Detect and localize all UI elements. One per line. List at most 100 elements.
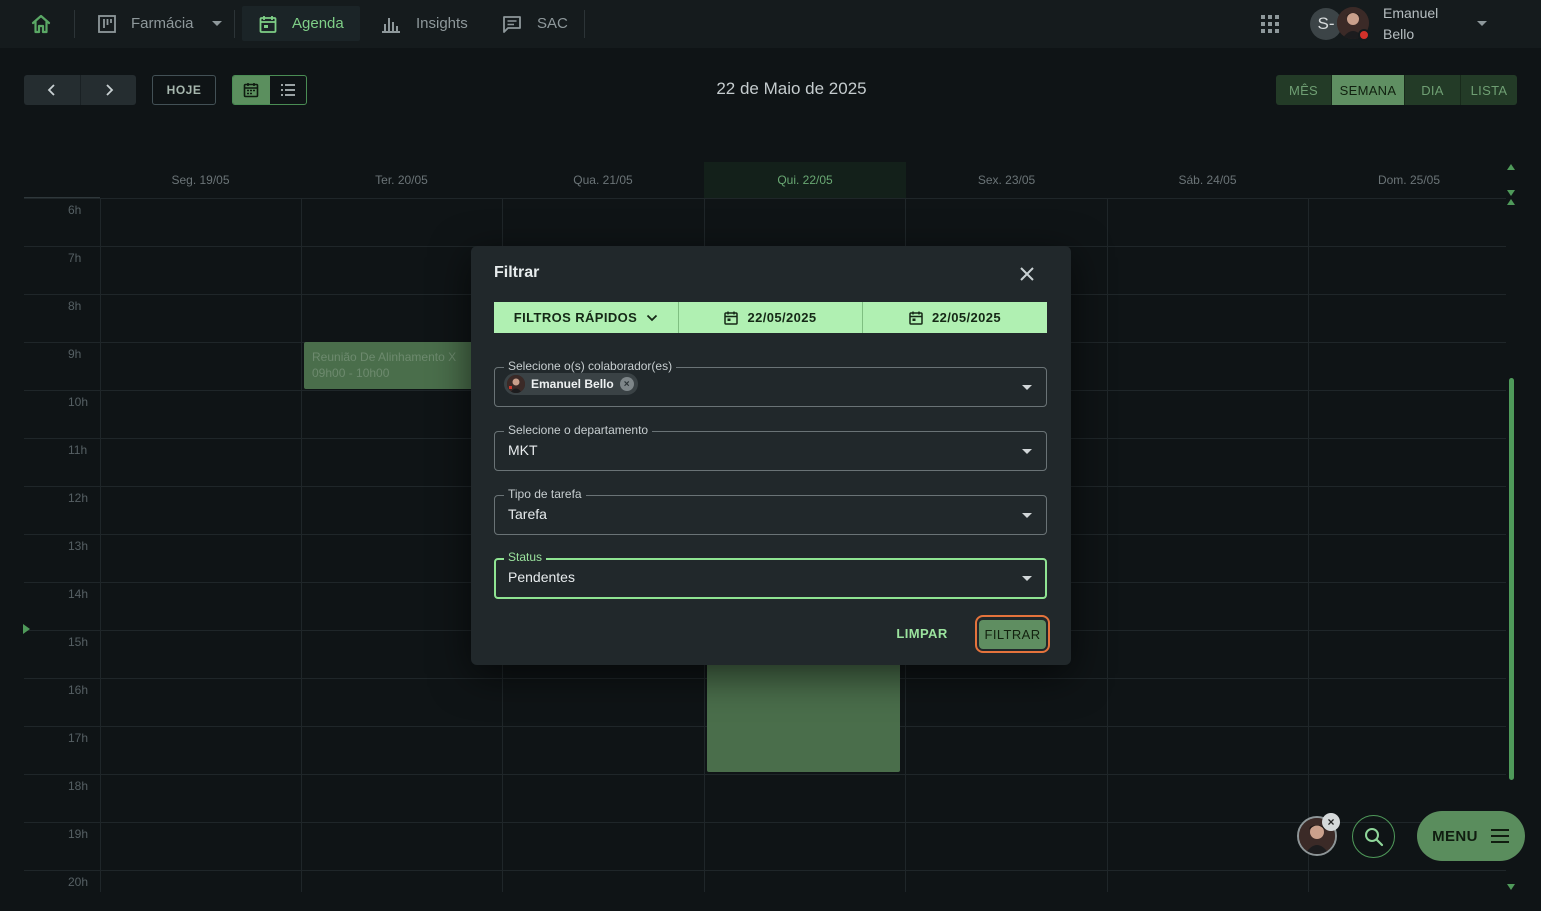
task-type-select[interactable]: Tipo de tarefa Tarefa: [494, 487, 1047, 535]
home-icon[interactable]: [28, 12, 54, 36]
date-from-value: 22/05/2025: [747, 310, 817, 325]
nav-insights[interactable]: Insights: [364, 6, 484, 41]
hour-label: 16h: [68, 683, 89, 697]
calendar-event[interactable]: [707, 650, 900, 772]
hour-label: 15h: [68, 635, 89, 649]
scroll-down-arrow[interactable]: [1507, 190, 1515, 196]
department-value: MKT: [508, 442, 538, 458]
hour-label: 12h: [68, 491, 89, 505]
hamburger-icon: [1490, 829, 1509, 843]
hour-label: 8h: [68, 299, 82, 313]
hour-label: 7h: [68, 251, 82, 265]
scrollbar-thumb[interactable]: [1509, 378, 1514, 780]
hour-row: 18h: [24, 774, 1506, 822]
search-button[interactable]: [1352, 815, 1395, 858]
hour-label: 10h: [68, 395, 89, 409]
nav-farmacia[interactable]: Farmácia: [81, 6, 238, 41]
calendar-view-button[interactable]: [233, 76, 270, 104]
scroll-up-arrow[interactable]: [1507, 164, 1515, 170]
range-week-button[interactable]: SEMANA: [1332, 75, 1405, 105]
nav-agenda[interactable]: Agenda: [242, 6, 360, 41]
hour-label: 18h: [68, 779, 89, 793]
column-divider: [1107, 198, 1108, 892]
hour-label: 20h: [68, 875, 89, 889]
list-view-button[interactable]: [270, 76, 307, 104]
collaborators-select[interactable]: Selecione o(s) colaborador(es) Emanuel B…: [494, 359, 1047, 407]
previous-button[interactable]: [24, 75, 80, 105]
filter-button[interactable]: FILTRAR: [975, 615, 1050, 653]
menu-button[interactable]: MENU: [1417, 811, 1525, 861]
date-from-button[interactable]: 22/05/2025: [678, 302, 862, 333]
next-button[interactable]: [80, 75, 136, 105]
status-select[interactable]: Status Pendentes: [494, 550, 1047, 599]
user-first-name: Emanuel: [1383, 5, 1439, 21]
status-dot: [1358, 29, 1370, 41]
hour-label: 17h: [68, 731, 89, 745]
calendar-icon: [243, 83, 259, 98]
close-icon[interactable]: [1017, 264, 1037, 284]
department-select[interactable]: Selecione o departamento MKT: [494, 423, 1047, 471]
hour-label: 13h: [68, 539, 89, 553]
chevron-left-icon: [47, 84, 55, 96]
chevron-down-icon[interactable]: [1022, 513, 1032, 518]
chevron-right-icon: [105, 84, 113, 96]
chevron-down-icon[interactable]: [1022, 576, 1032, 581]
user-name[interactable]: Emanuel Bello: [1383, 3, 1463, 45]
chevron-down-icon[interactable]: [1477, 21, 1487, 26]
nav-sac[interactable]: SAC: [485, 6, 584, 41]
scroll-down-arrow[interactable]: [1507, 884, 1515, 890]
day-header[interactable]: Dom. 25/05: [1308, 162, 1506, 198]
today-button[interactable]: HOJE: [152, 75, 216, 105]
apps-grid-icon[interactable]: [1259, 13, 1281, 40]
view-toggle: [232, 75, 307, 105]
search-icon: [1364, 827, 1383, 846]
filter-button-label: FILTRAR: [979, 619, 1046, 649]
kanban-icon: [98, 14, 116, 33]
nav-sac-label: SAC: [537, 15, 568, 32]
day-header-today[interactable]: Qui. 22/05: [704, 162, 906, 198]
date-to-button[interactable]: 22/05/2025: [862, 302, 1047, 333]
clear-button[interactable]: LIMPAR: [888, 620, 956, 646]
hour-label: 9h: [68, 347, 82, 361]
top-navigation-bar: Farmácia Agenda Insights SAC S- Emanuel …: [0, 0, 1541, 48]
date-to-value: 22/05/2025: [931, 310, 1002, 325]
column-divider: [1308, 198, 1309, 892]
chevron-down-icon[interactable]: [1022, 385, 1032, 390]
user-last-name: Bello: [1383, 26, 1415, 42]
current-date-title: 22 de Maio de 2025: [716, 79, 867, 98]
hour-row: 19h: [24, 822, 1506, 870]
chevron-down-icon: [211, 21, 222, 26]
day-header[interactable]: Qua. 21/05: [502, 162, 704, 198]
close-icon[interactable]: ×: [1322, 813, 1340, 831]
remove-chip-icon[interactable]: ×: [619, 377, 634, 391]
day-header[interactable]: Sáb. 24/05: [1107, 162, 1308, 198]
chevron-down-icon[interactable]: [1022, 449, 1032, 454]
hour-row: 20h: [24, 870, 1506, 892]
divider: [74, 10, 75, 38]
collaborator-chip-label: Emanuel Bello: [531, 377, 614, 391]
range-selector: MÊS SEMANA DIA LISTA: [1276, 75, 1517, 105]
hour-label: 11h: [68, 443, 88, 457]
date-navigation: [24, 75, 136, 105]
divider: [584, 10, 585, 38]
quick-filter-bar: FILTROS RÁPIDOS 22/05/2025 22/05/2025: [494, 302, 1047, 333]
nav-insights-label: Insights: [416, 15, 468, 32]
menu-label: MENU: [1432, 827, 1478, 845]
divider: [234, 10, 235, 38]
range-list-button[interactable]: LISTA: [1461, 75, 1517, 105]
collaborators-label: Selecione o(s) colaborador(es): [504, 359, 677, 373]
hour-label: 6h: [68, 203, 82, 217]
avatar: [507, 375, 525, 393]
scroll-up-arrow[interactable]: [1507, 199, 1515, 205]
range-day-button[interactable]: DIA: [1405, 75, 1461, 105]
event-title: Reunião De Alinhamento X: [312, 350, 457, 364]
range-month-button[interactable]: MÊS: [1276, 75, 1332, 105]
day-header[interactable]: Ter. 20/05: [301, 162, 502, 198]
day-header[interactable]: Seg. 19/05: [100, 162, 301, 198]
chevron-down-icon: [647, 314, 658, 321]
day-header[interactable]: Sex. 23/05: [906, 162, 1107, 198]
chat-icon: [503, 15, 521, 33]
collaborator-chip[interactable]: Emanuel Bello ×: [504, 373, 638, 395]
calendar-icon: [909, 311, 923, 325]
quick-filters-button[interactable]: FILTROS RÁPIDOS: [494, 302, 678, 333]
